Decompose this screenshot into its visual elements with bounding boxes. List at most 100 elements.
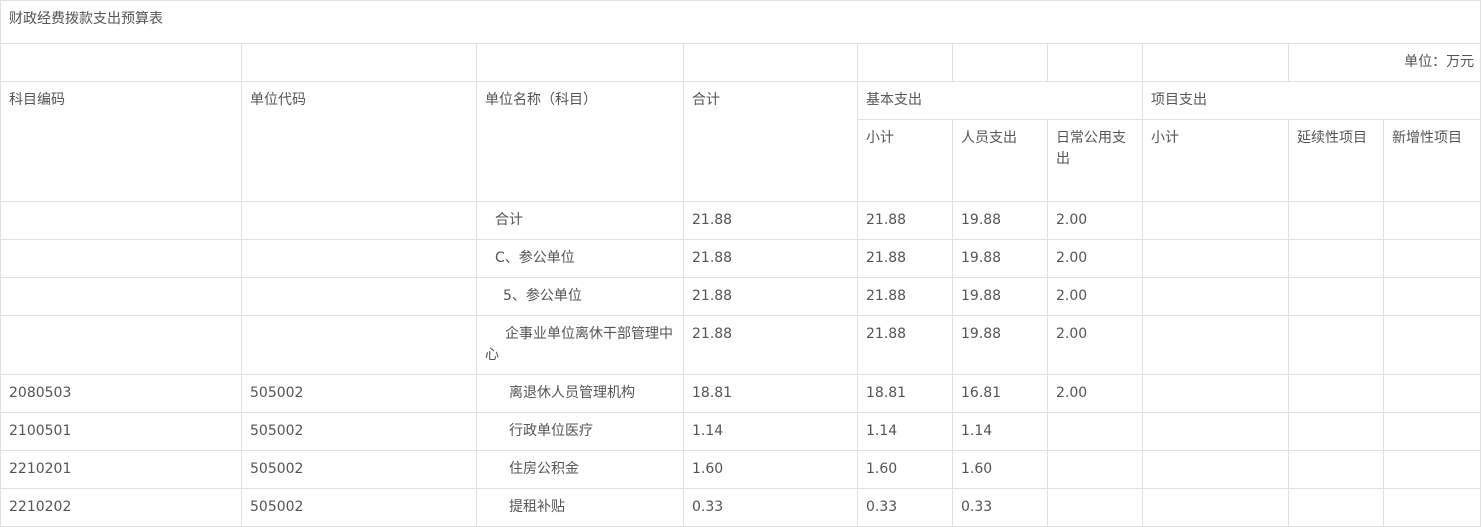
cell-new xyxy=(1382,450,1482,489)
cell-public: 2.00 xyxy=(1047,277,1143,316)
cell-name: 住房公积金 xyxy=(476,450,684,489)
cell-continuing xyxy=(1288,412,1384,451)
table-row: 2210201 505002 住房公积金 1.60 1.60 1.60 xyxy=(0,450,1482,489)
cell-public xyxy=(1047,450,1143,489)
table-title: 财政经费拨款支出预算表 xyxy=(0,0,1482,44)
cell-unit-code: 505002 xyxy=(241,450,477,489)
cell-new xyxy=(1382,201,1482,240)
table-row: C、参公单位 21.88 21.88 19.88 2.00 xyxy=(0,239,1482,278)
table-row: 5、参公单位 21.88 21.88 19.88 2.00 xyxy=(0,277,1482,316)
cell-total: 1.14 xyxy=(683,412,858,451)
header-unit-code: 单位代码 xyxy=(241,81,477,202)
header-basic-subtotal: 小计 xyxy=(857,119,953,202)
row-name-text: 合计 xyxy=(495,212,523,228)
cell-new xyxy=(1382,488,1482,527)
cell-project-subtotal xyxy=(1142,201,1289,240)
cell-public: 2.00 xyxy=(1047,239,1143,278)
header-row-1: 科目编码 单位代码 单位名称（科目） 合计 基本支出 项目支出 xyxy=(0,81,1482,202)
row-name-text: 5、参公单位 xyxy=(503,288,582,304)
cell-code: 2080503 xyxy=(0,374,242,413)
cell-unit-code xyxy=(241,201,477,240)
cell-new xyxy=(1382,412,1482,451)
cell-continuing xyxy=(1288,201,1384,240)
cell-personnel: 1.60 xyxy=(952,450,1048,489)
cell-name: 行政单位医疗 xyxy=(476,412,684,451)
header-total: 合计 xyxy=(683,81,858,202)
cell-unit-code xyxy=(241,239,477,278)
cell-public: 2.00 xyxy=(1047,374,1143,413)
cell-public xyxy=(1047,488,1143,527)
header-personnel: 人员支出 xyxy=(952,119,1048,202)
unit-label: 单位：万元 xyxy=(1287,43,1482,82)
cell-personnel: 19.88 xyxy=(952,239,1048,278)
table-row: 企事业单位离休干部管理中心 21.88 21.88 19.88 2.00 xyxy=(0,315,1482,375)
cell-name: 提租补贴 xyxy=(476,488,684,527)
cell-new xyxy=(1382,239,1482,278)
cell-unit-code xyxy=(241,315,477,375)
header-basic-expenditure: 基本支出 xyxy=(857,81,1143,120)
cell-personnel: 1.14 xyxy=(952,412,1048,451)
cell-basic-subtotal: 0.33 xyxy=(857,488,953,527)
cell-total: 21.88 xyxy=(683,315,858,375)
cell-project-subtotal xyxy=(1142,374,1289,413)
table-row: 合计 21.88 21.88 19.88 2.00 xyxy=(0,201,1482,240)
cell-basic-subtotal: 21.88 xyxy=(857,239,953,278)
cell-code: 2210202 xyxy=(0,488,242,527)
cell-total: 21.88 xyxy=(683,277,858,316)
empty-cell xyxy=(476,43,684,82)
empty-cell xyxy=(952,43,1048,82)
cell-name: 合计 xyxy=(476,201,684,240)
cell-unit-code: 505002 xyxy=(241,488,477,527)
cell-project-subtotal xyxy=(1142,488,1289,527)
cell-public: 2.00 xyxy=(1047,201,1143,240)
cell-personnel: 19.88 xyxy=(952,277,1048,316)
cell-name: 离退休人员管理机构 xyxy=(476,374,684,413)
cell-project-subtotal xyxy=(1142,412,1289,451)
header-name: 单位名称（科目） xyxy=(476,81,684,202)
cell-project-subtotal xyxy=(1142,450,1289,489)
table-row: 2210202 505002 提租补贴 0.33 0.33 0.33 xyxy=(0,488,1482,527)
cell-name: 企事业单位离休干部管理中心 xyxy=(476,315,684,375)
table-row: 2080503 505002 离退休人员管理机构 18.81 18.81 16.… xyxy=(0,374,1482,413)
cell-total: 21.88 xyxy=(683,201,858,240)
empty-cell xyxy=(241,43,477,82)
empty-cell xyxy=(1142,43,1289,82)
cell-total: 18.81 xyxy=(683,374,858,413)
empty-cell xyxy=(683,43,858,82)
cell-unit-code xyxy=(241,277,477,316)
row-name-text: 行政单位医疗 xyxy=(509,423,593,439)
cell-code xyxy=(0,315,242,375)
cell-code xyxy=(0,201,242,240)
cell-basic-subtotal: 18.81 xyxy=(857,374,953,413)
cell-unit-code: 505002 xyxy=(241,374,477,413)
cell-basic-subtotal: 21.88 xyxy=(857,277,953,316)
cell-personnel: 19.88 xyxy=(952,201,1048,240)
header-project-expenditure: 项目支出 xyxy=(1141,81,1482,120)
cell-basic-subtotal: 21.88 xyxy=(857,201,953,240)
cell-code xyxy=(0,277,242,316)
cell-name: C、参公单位 xyxy=(476,239,684,278)
cell-personnel: 19.88 xyxy=(952,315,1048,375)
row-name-text: 住房公积金 xyxy=(509,461,579,477)
cell-name: 5、参公单位 xyxy=(476,277,684,316)
cell-continuing xyxy=(1288,239,1384,278)
cell-public: 2.00 xyxy=(1047,315,1143,375)
cell-continuing xyxy=(1288,488,1384,527)
cell-personnel: 16.81 xyxy=(952,374,1048,413)
empty-cell xyxy=(857,43,953,82)
title-row: 财政经费拨款支出预算表 xyxy=(0,0,1482,44)
row-name-text: 离退休人员管理机构 xyxy=(509,385,635,401)
cell-new xyxy=(1382,277,1482,316)
cell-continuing xyxy=(1288,450,1384,489)
cell-total: 21.88 xyxy=(683,239,858,278)
cell-basic-subtotal: 21.88 xyxy=(857,315,953,375)
cell-personnel: 0.33 xyxy=(952,488,1048,527)
header-new: 新增性项目 xyxy=(1382,119,1482,202)
cell-public xyxy=(1047,412,1143,451)
row-name-text: C、参公单位 xyxy=(495,250,575,266)
row-name-text: 提租补贴 xyxy=(509,499,565,515)
header-code: 科目编码 xyxy=(0,81,242,202)
cell-project-subtotal xyxy=(1142,239,1289,278)
cell-unit-code: 505002 xyxy=(241,412,477,451)
budget-table: 财政经费拨款支出预算表 单位：万元 科目编码 单位代码 单位名称（科目） 合计 … xyxy=(0,0,1482,527)
